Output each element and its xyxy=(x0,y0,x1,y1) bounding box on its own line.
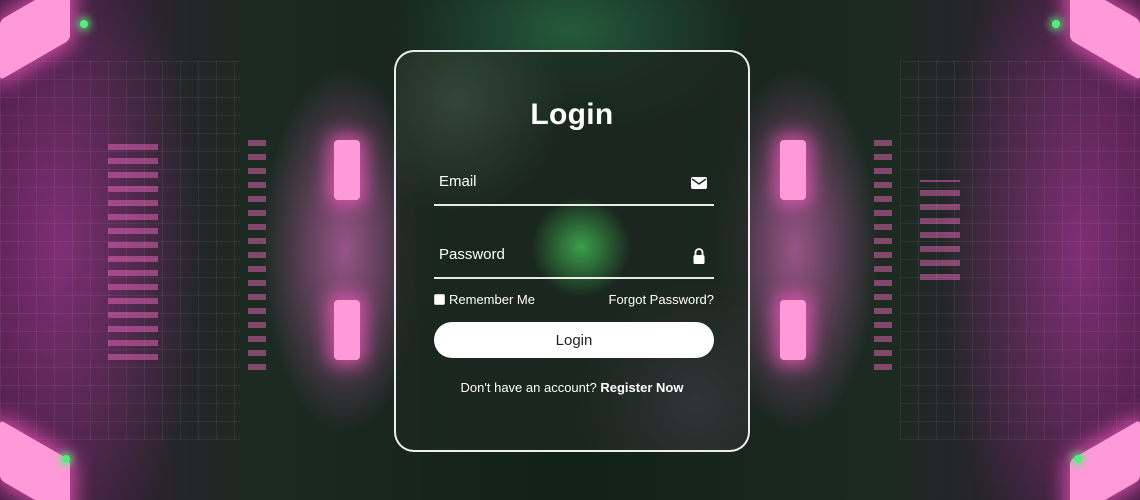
right-inner-lights xyxy=(874,140,892,370)
register-now-link[interactable]: Register Now xyxy=(600,380,683,395)
remember-me-checkbox[interactable] xyxy=(434,294,445,305)
green-indicator-light xyxy=(80,20,88,28)
email-label: Email xyxy=(439,173,477,190)
login-options-row: Remember Me Forgot Password? xyxy=(434,292,714,310)
green-indicator-light xyxy=(1074,455,1082,463)
left-neon-lower xyxy=(334,300,360,360)
password-label: Password xyxy=(439,246,505,263)
left-neon-upper xyxy=(334,140,360,200)
green-indicator-light xyxy=(1052,20,1060,28)
register-prompt-row: Don't have an account? Register Now xyxy=(396,380,748,395)
login-title: Login xyxy=(530,98,614,131)
email-field[interactable]: Email xyxy=(434,162,714,206)
green-indicator-light xyxy=(62,455,70,463)
left-panel-lights xyxy=(108,140,158,360)
right-neon-upper xyxy=(780,140,806,200)
register-prompt: Don't have an account? xyxy=(460,380,601,395)
forgot-password-link[interactable]: Forgot Password? xyxy=(609,292,715,307)
envelope-icon xyxy=(690,174,708,192)
login-button[interactable]: Login xyxy=(434,322,714,358)
password-field[interactable]: Password xyxy=(434,235,714,279)
lock-icon xyxy=(690,247,708,265)
login-card: Login Email Password Remember Me Forgot … xyxy=(394,50,750,452)
right-panel-lights xyxy=(920,180,960,280)
remember-me-label: Remember Me xyxy=(449,292,535,307)
left-inner-lights xyxy=(248,140,266,370)
right-neon-lower xyxy=(780,300,806,360)
remember-me[interactable]: Remember Me xyxy=(434,292,535,307)
